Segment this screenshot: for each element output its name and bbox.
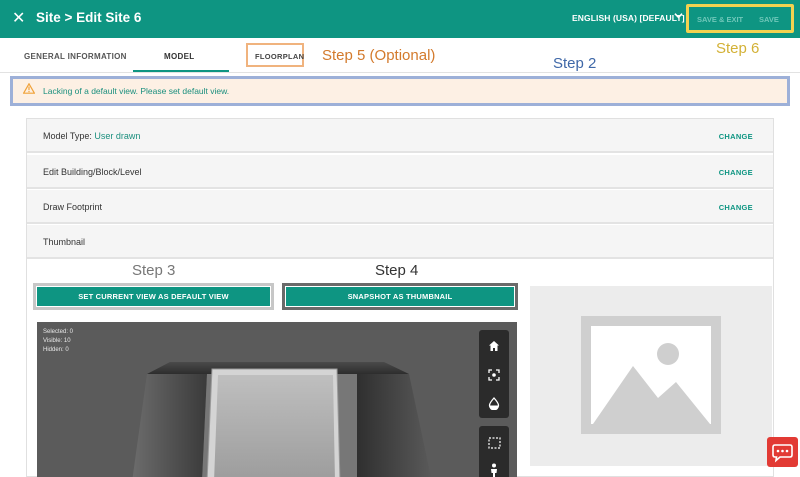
tab-general-information[interactable]: GENERAL INFORMATION xyxy=(24,52,127,61)
save-button[interactable]: SAVE xyxy=(759,15,779,24)
row-label: Model Type: User drawn xyxy=(43,131,141,141)
language-selector[interactable]: ENGLISH (USA) [DEFAULT] xyxy=(572,13,685,23)
chevron-down-icon[interactable] xyxy=(674,11,683,23)
close-icon[interactable]: ✕ xyxy=(12,9,25,29)
model-type-value: User drawn xyxy=(94,131,141,141)
fit-view-icon[interactable] xyxy=(479,369,509,384)
tabs-divider xyxy=(0,72,800,73)
snapshot-thumbnail-button[interactable]: SNAPSHOT AS THUMBNAIL xyxy=(286,287,514,306)
row-edit-building: Edit Building/Block/Level CHANGE xyxy=(27,155,773,189)
home-icon[interactable] xyxy=(479,340,509,355)
building-model-render xyxy=(132,362,431,477)
step3-highlight: SET CURRENT VIEW AS DEFAULT VIEW xyxy=(33,283,274,310)
model-viewer[interactable]: Selected: 0 Visible: 10 Hidden: 0 xyxy=(37,322,517,477)
viewer-toolbar-secondary xyxy=(479,426,509,477)
step4-highlight: SNAPSHOT AS THUMBNAIL xyxy=(282,283,518,310)
step4-annotation: Step 4 xyxy=(375,262,419,279)
box-select-icon[interactable] xyxy=(479,437,509,452)
person-icon[interactable] xyxy=(479,463,509,477)
row-draw-footprint: Draw Footprint CHANGE xyxy=(27,190,773,224)
visible-count: Visible: 10 xyxy=(43,338,71,344)
set-default-view-button[interactable]: SET CURRENT VIEW AS DEFAULT VIEW xyxy=(37,287,270,306)
selected-count: Selected: 0 xyxy=(43,329,74,335)
viewer-stats: Selected: 0 Visible: 10 Hidden: 0 xyxy=(43,328,73,355)
step5-annotation: Step 5 (Optional) xyxy=(322,47,436,64)
warning-triangle-icon xyxy=(22,82,36,97)
save-exit-button[interactable]: SAVE & EXIT xyxy=(697,15,743,24)
hidden-count: Hidden: 0 xyxy=(43,347,69,353)
step2-annotation: Step 2 xyxy=(553,55,597,72)
tab-floorplan-highlight: FLOORPLAN xyxy=(246,43,304,67)
chat-icon xyxy=(772,444,793,463)
viewer-toolbar xyxy=(479,330,509,418)
step3-annotation: Step 3 xyxy=(132,262,176,279)
tab-model[interactable]: MODEL xyxy=(164,52,194,61)
top-bar: ✕ Site > Edit Site 6 ENGLISH (USA) [DEFA… xyxy=(0,0,800,38)
page-title: Site > Edit Site 6 xyxy=(36,10,142,25)
warning-text: Lacking of a default view. Please set de… xyxy=(43,86,230,96)
row-thumbnail: Thumbnail xyxy=(27,225,773,259)
row-label: Edit Building/Block/Level xyxy=(43,167,142,177)
step6-annotation: Step 6 xyxy=(716,40,760,57)
tab-floorplan[interactable]: FLOORPLAN xyxy=(255,52,304,61)
top-actions-highlight: SAVE & EXIT SAVE xyxy=(686,4,794,33)
row-label: Draw Footprint xyxy=(43,202,103,212)
image-placeholder-icon xyxy=(581,316,721,434)
warning-banner: Lacking of a default view. Please set de… xyxy=(10,76,790,106)
row-model-type: Model Type: User drawn CHANGE xyxy=(27,119,773,153)
change-model-type-button[interactable]: CHANGE xyxy=(719,132,753,141)
chat-button[interactable] xyxy=(767,437,798,467)
row-label: Thumbnail xyxy=(43,237,86,247)
change-footprint-button[interactable]: CHANGE xyxy=(719,203,753,212)
transparency-icon[interactable] xyxy=(479,397,509,413)
change-building-button[interactable]: CHANGE xyxy=(719,168,753,177)
thumbnail-preview xyxy=(530,286,772,466)
